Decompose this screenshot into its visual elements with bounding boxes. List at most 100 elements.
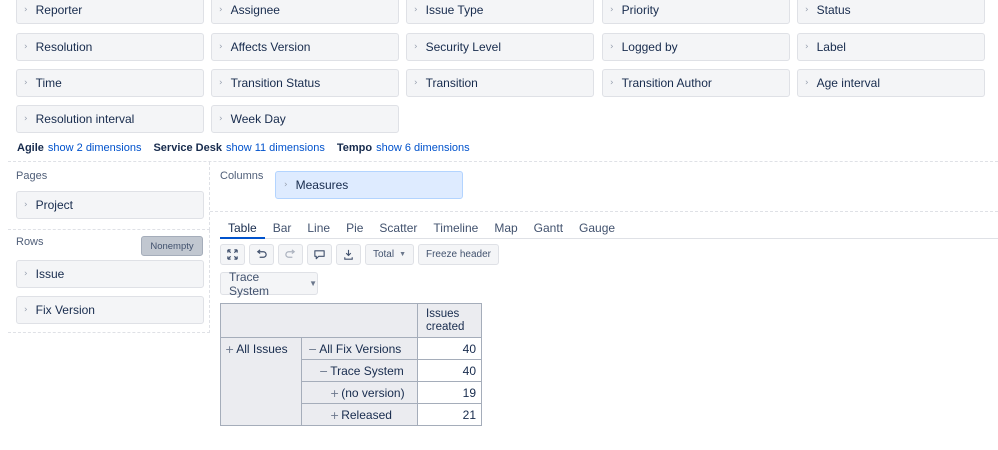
chevron-right-icon: › <box>284 180 288 190</box>
tab-line[interactable]: Line <box>299 215 338 239</box>
chevron-right-icon: › <box>24 5 28 15</box>
expand-icon[interactable]: + <box>330 387 339 400</box>
header-corner <box>220 303 418 338</box>
tab-map[interactable]: Map <box>486 215 525 239</box>
fullscreen-button[interactable] <box>220 244 245 265</box>
expand-icon[interactable]: + <box>225 343 234 356</box>
agile-group: Agile show 2 dimensions <box>17 142 142 154</box>
row-header-released[interactable]: + Released <box>301 403 418 426</box>
chevron-right-icon: › <box>805 5 809 15</box>
comment-button[interactable] <box>307 244 332 265</box>
pages-label: Pages <box>16 170 48 182</box>
chevron-right-icon: › <box>219 78 223 88</box>
dimension-priority[interactable]: › Priority <box>602 0 790 24</box>
chevron-right-icon: › <box>219 114 223 124</box>
chevron-right-icon: › <box>24 114 28 124</box>
service-desk-show-link[interactable]: show 11 dimensions <box>226 142 325 154</box>
dimension-time[interactable]: › Time <box>16 69 204 97</box>
dimension-logged-by[interactable]: › Logged by <box>602 33 790 61</box>
chevron-right-icon: › <box>219 5 223 15</box>
tab-table[interactable]: Table <box>220 215 265 239</box>
undo-button[interactable] <box>249 244 274 265</box>
dimension-age-interval[interactable]: › Age interval <box>797 69 985 97</box>
column-measures[interactable]: › Measures <box>275 171 463 199</box>
row-header-trace-system[interactable]: − Trace System <box>301 359 418 382</box>
tab-timeline[interactable]: Timeline <box>425 215 486 239</box>
dimension-security-level[interactable]: › Security Level <box>406 33 594 61</box>
redo-button[interactable] <box>278 244 303 265</box>
nonempty-button[interactable]: Nonempty <box>141 236 203 256</box>
report-table: Issues created + All Issues − All Fix Vers… <box>220 303 482 426</box>
chevron-right-icon: › <box>24 78 28 88</box>
page-project[interactable]: › Project <box>16 191 204 219</box>
total-dropdown[interactable]: Total ▼ <box>365 244 414 265</box>
chevron-right-icon: › <box>24 305 28 315</box>
row-header-all-issues[interactable]: + All Issues <box>220 337 302 426</box>
dimension-affects-version[interactable]: › Affects Version <box>211 33 399 61</box>
undo-icon <box>256 249 267 258</box>
freeze-header-button[interactable]: Freeze header <box>418 244 499 265</box>
expand-icon[interactable]: + <box>330 409 339 422</box>
pages-section: Pages › Project <box>8 162 210 230</box>
tab-bar[interactable]: Bar <box>265 215 300 239</box>
chevron-right-icon: › <box>24 200 28 210</box>
more-dimensions: Agile show 2 dimensions Service Desk show … <box>17 142 470 154</box>
dimension-status[interactable]: › Status <box>797 0 985 24</box>
dimension-transition-author[interactable]: › Transition Author <box>602 69 790 97</box>
tempo-show-link[interactable]: show 6 dimensions <box>376 142 470 154</box>
cell-value[interactable]: 19 <box>417 381 482 404</box>
chevron-right-icon: › <box>414 42 418 52</box>
dimension-assignee[interactable]: › Assignee <box>211 0 399 24</box>
row-header-all-fix-versions[interactable]: − All Fix Versions <box>301 337 418 360</box>
column-header-issues-created[interactable]: Issues created <box>417 303 482 338</box>
dimension-transition[interactable]: › Transition <box>406 69 594 97</box>
tab-gauge[interactable]: Gauge <box>571 215 623 239</box>
dimensions-panel: › Reporter › Assignee › Issue Type › Priorit… <box>8 0 998 162</box>
chevron-right-icon: › <box>219 42 223 52</box>
collapse-icon[interactable]: − <box>319 365 328 378</box>
row-fix-version[interactable]: › Fix Version <box>16 296 204 324</box>
chevron-right-icon: › <box>414 5 418 15</box>
cell-value[interactable]: 40 <box>417 337 482 360</box>
cell-value[interactable]: 21 <box>417 403 482 426</box>
dimension-transition-status[interactable]: › Transition Status <box>211 69 399 97</box>
dimension-week-day[interactable]: › Week Day <box>211 105 399 133</box>
export-button[interactable] <box>336 244 361 265</box>
chevron-right-icon: › <box>805 78 809 88</box>
dimension-label[interactable]: › Label <box>797 33 985 61</box>
tab-scatter[interactable]: Scatter <box>371 215 425 239</box>
columns-label: Columns <box>220 170 264 182</box>
rows-label: Rows <box>16 236 44 248</box>
columns-section: Columns › Measures <box>210 162 998 212</box>
table-row: + All Issues − All Fix Versions 40 <box>220 337 482 426</box>
chevron-down-icon: ▼ <box>309 279 317 288</box>
comment-icon <box>314 250 325 260</box>
chevron-right-icon: › <box>610 42 614 52</box>
dimension-resolution[interactable]: › Resolution <box>16 33 204 61</box>
table-toolbar: Total ▼ Freeze header <box>220 244 499 266</box>
chevron-right-icon: › <box>24 42 28 52</box>
row-issue[interactable]: › Issue <box>16 260 204 288</box>
redo-icon <box>285 249 296 258</box>
agile-show-link[interactable]: show 2 dimensions <box>48 142 142 154</box>
dimension-reporter[interactable]: › Reporter <box>16 0 204 24</box>
collapse-icon[interactable]: − <box>308 343 317 356</box>
row-header-no-version[interactable]: + (no version) <box>301 381 418 404</box>
dimension-issue-type[interactable]: › Issue Type <box>406 0 594 24</box>
chevron-down-icon: ▼ <box>399 251 407 258</box>
chevron-right-icon: › <box>24 269 28 279</box>
fullscreen-icon <box>227 249 238 260</box>
chevron-right-icon: › <box>414 78 418 88</box>
chart-type-tabs: Table Bar Line Pie Scatter Timeline Map … <box>220 215 998 239</box>
cell-value[interactable]: 40 <box>417 359 482 382</box>
rows-section: Rows Nonempty › Issue › Fix Version <box>8 230 210 333</box>
chevron-right-icon: › <box>610 78 614 88</box>
dimension-resolution-interval[interactable]: › Resolution interval <box>16 105 204 133</box>
tempo-group: Tempo show 6 dimensions <box>336 142 470 154</box>
export-icon <box>344 249 353 260</box>
tab-pie[interactable]: Pie <box>338 215 371 239</box>
tab-gantt[interactable]: Gantt <box>526 215 571 239</box>
chevron-right-icon: › <box>610 5 614 15</box>
service-desk-group: Service Desk show 11 dimensions <box>153 142 325 154</box>
page-filter-select[interactable]: Trace System ▼ <box>220 270 318 298</box>
